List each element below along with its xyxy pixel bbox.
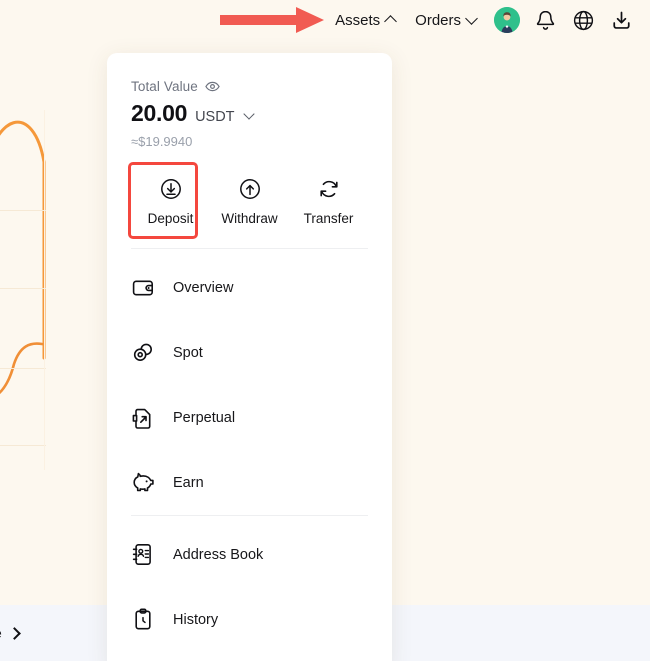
menu-item-history-label: History — [173, 611, 219, 628]
app-root: Assets Orders Total Value 20.00 USDT ≈$1… — [0, 0, 650, 661]
action-withdraw-label: Withdraw — [221, 211, 278, 226]
menu-item-perpetual-label: Perpetual — [173, 409, 236, 426]
menu-item-earn[interactable]: Earn — [131, 450, 368, 515]
contract-arrow-icon — [131, 406, 155, 430]
nav-orders-label: Orders — [415, 11, 461, 29]
user-avatar-icon — [494, 7, 520, 33]
wallet-icon — [131, 276, 155, 300]
menu-item-spot[interactable]: Spot — [131, 320, 368, 385]
menu-item-history[interactable]: History — [131, 587, 368, 652]
address-book-icon — [131, 543, 155, 567]
menu-item-spot-label: Spot — [173, 344, 203, 361]
bell-icon — [536, 10, 554, 30]
deposit-arrow-down-circle-icon — [160, 179, 181, 199]
top-navigation-bar: Assets Orders — [0, 0, 650, 40]
action-withdraw[interactable]: Withdraw — [210, 167, 289, 240]
chevron-right-icon[interactable] — [7, 626, 21, 640]
balance-approx-usd: ≈$19.9940 — [131, 134, 193, 149]
notifications-button[interactable] — [528, 3, 562, 37]
clipboard-clock-icon — [131, 608, 155, 632]
nav-orders[interactable]: Orders — [405, 8, 486, 33]
avatar-button[interactable] — [490, 3, 524, 37]
assets-dropdown-panel: Total Value 20.00 USDT ≈$19.9940 Deposit… — [107, 53, 392, 661]
background-chart-decoration — [0, 110, 60, 510]
action-transfer[interactable]: Transfer — [289, 167, 368, 240]
balance-section: Total Value 20.00 USDT ≈$19.9940 — [107, 53, 392, 149]
bottom-bar-breadcrumb[interactable]: e — [0, 625, 21, 641]
nav-assets-label: Assets — [335, 11, 381, 29]
balance-amount: 20.00 — [131, 100, 188, 126]
secondary-menu-list: Address Book History — [107, 516, 392, 652]
action-deposit-label: Deposit — [147, 211, 194, 226]
coins-icon — [131, 341, 155, 365]
balance-currency: USDT — [195, 109, 235, 125]
total-value-label: Total Value — [131, 79, 198, 94]
total-value-row: Total Value — [131, 79, 368, 94]
menu-item-earn-label: Earn — [173, 474, 204, 491]
eye-icon[interactable] — [205, 81, 220, 92]
download-icon — [612, 11, 630, 29]
menu-item-address-book-label: Address Book — [173, 546, 264, 563]
menu-item-overview-label: Overview — [173, 279, 234, 296]
nav-assets[interactable]: Assets — [325, 8, 405, 33]
quick-actions-row: Deposit Withdraw Transfer — [107, 149, 392, 240]
orange-curve-icon — [0, 120, 46, 395]
bottom-bar-text: e — [0, 625, 2, 641]
piggy-bank-icon — [131, 471, 155, 495]
menu-item-perpetual[interactable]: Perpetual — [131, 385, 368, 450]
menu-item-address-book[interactable]: Address Book — [131, 522, 368, 587]
primary-menu-list: Overview Spot Perpetual Earn — [107, 249, 392, 515]
action-deposit[interactable]: Deposit — [131, 167, 210, 240]
download-app-button[interactable] — [604, 3, 638, 37]
transfer-refresh-icon — [319, 180, 338, 198]
action-transfer-label: Transfer — [303, 211, 354, 226]
chevron-up-icon — [384, 14, 398, 28]
language-button[interactable] — [566, 3, 600, 37]
chevron-down-icon — [465, 11, 478, 25]
currency-chevron-down-icon[interactable] — [242, 108, 255, 120]
menu-item-overview[interactable]: Overview — [131, 255, 368, 320]
globe-icon — [573, 10, 593, 30]
balance-value-row: 20.00 USDT — [131, 100, 368, 127]
withdraw-arrow-up-circle-icon — [239, 179, 260, 199]
